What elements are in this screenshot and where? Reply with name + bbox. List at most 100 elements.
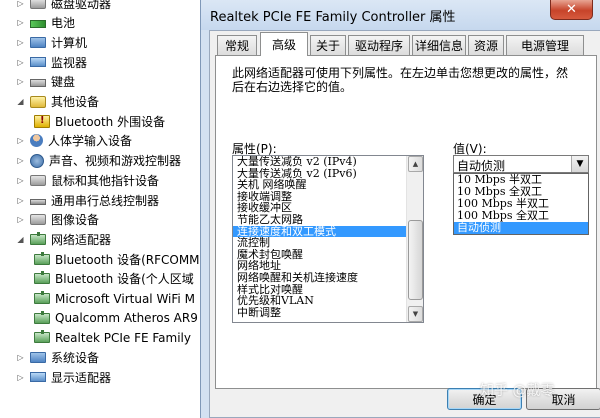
- tab-1[interactable]: 高级: [260, 32, 308, 56]
- scroll-up-arrow-icon: ▲: [412, 160, 419, 168]
- disk-drive-icon: [30, 0, 46, 9]
- tree-item[interactable]: ▷ 电池: [0, 13, 75, 33]
- property-list-item[interactable]: 优先级和VLAN: [233, 295, 407, 307]
- collapsed-arrow-icon[interactable]: ▷: [16, 156, 25, 165]
- tab-6[interactable]: 电源管理: [506, 35, 584, 55]
- property-list-item[interactable]: 样式比对唤醒: [233, 284, 407, 296]
- tree-item-label: Qualcomm Atheros AR9: [55, 311, 198, 326]
- tree-item[interactable]: ▷ 鼠标和其他指针设备: [0, 170, 159, 190]
- tree-item[interactable]: Realtek PCIe FE Family: [0, 328, 191, 348]
- collapsed-arrow-icon[interactable]: ▷: [16, 18, 25, 27]
- collapsed-arrow-icon[interactable]: ▷: [16, 38, 25, 47]
- value-combobox-dropdown-button[interactable]: ▼: [571, 156, 588, 172]
- tab-4[interactable]: 详细信息: [412, 35, 466, 55]
- value-combobox-text: 自动侦测: [457, 159, 506, 173]
- tree-item-label: 人体学输入设备: [48, 134, 133, 149]
- tree-item-label: 计算机: [51, 35, 88, 50]
- property-list-item[interactable]: 流控制: [233, 237, 407, 249]
- collapsed-arrow-icon[interactable]: ▷: [16, 77, 25, 86]
- collapsed-arrow-icon[interactable]: ▷: [16, 215, 25, 224]
- property-list-item[interactable]: 连接速度和双工模式: [233, 225, 407, 238]
- tree-item-label: Realtek PCIe FE Family: [55, 330, 191, 345]
- property-listbox[interactable]: 大量传送减负 v2 (IPv4) 大量传送减负 v2 (IPv6) 关机 网络唤醒接…: [232, 155, 424, 323]
- mouse-icon: [30, 174, 46, 186]
- audio-icon: [30, 153, 44, 168]
- tree-item[interactable]: Bluetooth 设备(RFCOMM: [0, 249, 200, 269]
- property-list-item[interactable]: 网络唤醒和关机连接速度: [233, 272, 407, 284]
- tree-item-label: 图像设备: [51, 213, 100, 228]
- tree-item[interactable]: ▷ 人体学输入设备: [0, 131, 132, 151]
- tree-item[interactable]: ▷ 磁盘驱动器: [0, 0, 111, 13]
- tree-item-label: Bluetooth 设备(个人区域: [55, 272, 194, 287]
- collapsed-arrow-icon[interactable]: ▷: [16, 176, 25, 185]
- tree-item[interactable]: ▷ 监视器: [0, 52, 87, 72]
- tree-item[interactable]: Bluetooth 外围设备: [0, 111, 165, 131]
- device-manager-tree: ▷ 磁盘驱动器 ▷ 电池 ▷ 计算机 ▷ 监视器 ▷ 键盘 ◢ 其他设备 Bluetooth 外围设备 ▷…: [0, 0, 205, 418]
- tree-item[interactable]: ◢ 其他设备: [0, 92, 99, 112]
- tree-item-label: 通用串行总线控制器: [51, 193, 160, 208]
- collapsed-arrow-icon[interactable]: ▷: [16, 136, 25, 145]
- value-option[interactable]: 自动侦测: [454, 222, 588, 234]
- value-combobox[interactable]: 自动侦测 ▼: [453, 155, 589, 173]
- collapsed-arrow-icon[interactable]: ▷: [16, 0, 25, 8]
- tab-3[interactable]: 驱动程序: [348, 35, 410, 55]
- tree-item[interactable]: ▷ 显示适配器: [0, 367, 111, 387]
- property-list-item[interactable]: 魔术封包唤醒: [233, 249, 407, 261]
- network-adapter-icon: [30, 231, 46, 245]
- collapsed-arrow-icon[interactable]: ▷: [16, 196, 25, 205]
- expanded-arrow-icon[interactable]: ◢: [16, 97, 25, 106]
- tree-item-label: Bluetooth 外围设备: [55, 114, 166, 129]
- description-text: 此网络适配器可使用下列属性。在左边单击您想更改的属性，然后在右边选择它的值。: [232, 66, 569, 94]
- tree-item-label: Bluetooth 设备(RFCOMM: [55, 252, 200, 267]
- computer-icon: [30, 36, 46, 48]
- property-list: 大量传送减负 v2 (IPv4) 大量传送减负 v2 (IPv6) 关机 网络唤醒接…: [233, 156, 407, 318]
- tree-item[interactable]: ◢ 网络适配器: [0, 229, 111, 249]
- tree-item[interactable]: ▷ 通用串行总线控制器: [0, 190, 159, 210]
- scroll-up-button[interactable]: ▲: [408, 156, 423, 172]
- property-list-item[interactable]: 网络地址: [233, 260, 407, 272]
- close-icon: ✕: [566, 2, 577, 17]
- tree-item[interactable]: ▷ 计算机: [0, 32, 87, 52]
- property-list-item[interactable]: 大量传送减负 v2 (IPv6): [233, 168, 407, 180]
- tab-0[interactable]: 常规: [217, 35, 257, 55]
- property-list-scrollbar[interactable]: ▲ ▼: [406, 156, 423, 322]
- property-list-item[interactable]: 大量传送减负 v2 (IPv4): [233, 156, 407, 168]
- tree-item[interactable]: ▷ 声音、视频和游戏控制器: [0, 151, 181, 171]
- tree-item-label: 磁盘驱动器: [51, 0, 112, 11]
- value-dropdown-list[interactable]: 10 Mbps 半双工 10 Mbps 全双工 100 Mbps 半双工 100 Mb…: [453, 173, 589, 235]
- watermark: 知乎 @戴零: [480, 383, 555, 399]
- network-adapter-icon: [34, 330, 50, 344]
- tree-item-label: 声音、视频和游戏控制器: [49, 154, 182, 169]
- tree-item[interactable]: Qualcomm Atheros AR9: [0, 308, 198, 328]
- tree-item[interactable]: ▷ 键盘: [0, 72, 75, 92]
- collapsed-arrow-icon[interactable]: ▷: [16, 58, 25, 67]
- collapsed-arrow-icon[interactable]: ▷: [16, 353, 25, 362]
- tree-item-label: 显示适配器: [51, 370, 112, 385]
- tree-item[interactable]: ▷ 系统设备: [0, 348, 99, 368]
- tab-panel-advanced: 此网络适配器可使用下列属性。在左边单击您想更改的属性，然后在右边选择它的值。 属…: [215, 55, 597, 389]
- scroll-thumb[interactable]: [408, 220, 423, 300]
- tree-item[interactable]: Microsoft Virtual WiFi M: [0, 289, 195, 309]
- expanded-arrow-icon[interactable]: ◢: [16, 235, 25, 244]
- property-list-item[interactable]: 接收缓冲区: [233, 202, 407, 214]
- network-adapter-icon: [34, 251, 50, 265]
- tree-item[interactable]: ▷ 图像设备: [0, 210, 99, 230]
- property-list-item[interactable]: 接收端调整: [233, 191, 407, 203]
- hid-icon: [30, 134, 43, 148]
- display-adapter-icon: [30, 372, 46, 383]
- close-button[interactable]: ✕: [550, 0, 593, 20]
- property-list-item[interactable]: 节能乙太网路: [233, 214, 407, 226]
- property-list-item[interactable]: 关机 网络唤醒: [233, 179, 407, 191]
- keyboard-icon: [30, 79, 46, 88]
- tab-5[interactable]: 资源: [468, 35, 504, 55]
- tree-item-label: 电池: [51, 16, 76, 31]
- tree-item[interactable]: Bluetooth 设备(个人区域: [0, 269, 194, 289]
- tab-2[interactable]: 关于: [310, 35, 346, 55]
- scroll-down-button[interactable]: ▼: [408, 306, 423, 322]
- tree-item-label: Microsoft Virtual WiFi M: [55, 291, 195, 306]
- monitor-icon: [30, 57, 46, 68]
- property-list-item[interactable]: 中断调整: [233, 307, 407, 319]
- dialog-titlebar[interactable]: Realtek PCIe FE Family Controller 属性 ✕: [201, 0, 600, 30]
- collapsed-arrow-icon[interactable]: ▷: [16, 373, 25, 382]
- tree-item-label: 鼠标和其他指针设备: [51, 173, 160, 188]
